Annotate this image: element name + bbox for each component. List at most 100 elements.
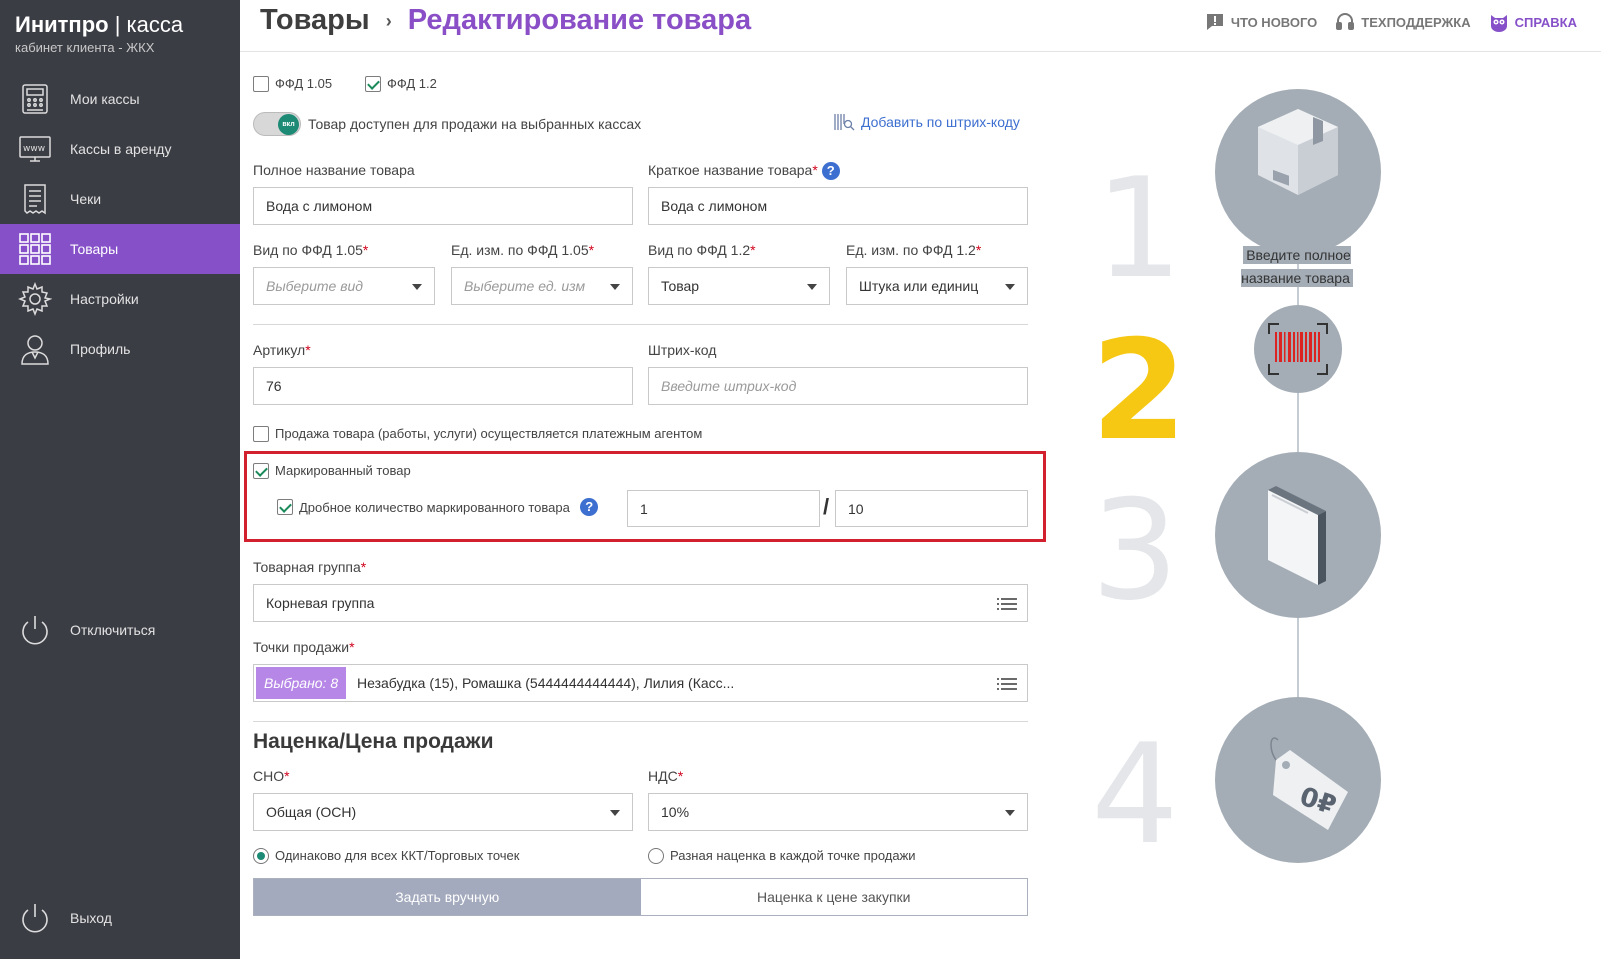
- breadcrumb: Товары › Редактирование товара: [260, 4, 751, 37]
- short-name-input[interactable]: Вода с лимоном: [648, 187, 1028, 225]
- fractional-checkbox[interactable]: [277, 499, 293, 515]
- sidebar-item-settings[interactable]: Настройки: [0, 274, 240, 324]
- barcode-icon: [1254, 305, 1342, 393]
- brand-product: касса: [126, 12, 184, 37]
- logout-area: Выход: [0, 893, 240, 943]
- selected-count-badge: Выбрано: 8: [256, 667, 347, 699]
- barcode-input[interactable]: Введите штрих-код: [648, 367, 1028, 405]
- barcode-search-icon: [834, 114, 855, 131]
- logout-button[interactable]: Выход: [0, 893, 240, 943]
- points-label: Точки продажи*: [253, 639, 355, 655]
- brand-title: Инитпро | касса: [15, 12, 183, 38]
- help-label: СПРАВКА: [1514, 14, 1577, 30]
- toggle-knob: вкл: [278, 114, 299, 135]
- required-mark: *: [305, 342, 311, 358]
- owl-icon: [1490, 15, 1507, 32]
- kind105-select[interactable]: Выберите вид: [253, 267, 435, 305]
- disconnect-area: Отключиться: [0, 605, 240, 655]
- step-number: 3: [1091, 470, 1179, 631]
- step-number: 4: [1091, 714, 1179, 875]
- vat-select[interactable]: 10%: [648, 793, 1028, 831]
- group-select[interactable]: Корневая группа: [253, 584, 1028, 622]
- article-input[interactable]: 76: [253, 367, 633, 405]
- fraction-denominator-input[interactable]: 10: [835, 490, 1028, 527]
- sno-select[interactable]: Общая (ОСН): [253, 793, 633, 831]
- agent-checkbox[interactable]: [253, 425, 269, 442]
- markup-section-title: Наценка/Цена продажи: [253, 730, 494, 753]
- list-icon[interactable]: [997, 597, 1017, 611]
- ffd105-option[interactable]: ФФД 1.05: [253, 75, 332, 93]
- vat-label: НДС*: [648, 768, 683, 784]
- group-label: Товарная группа*: [253, 559, 366, 575]
- purchase-markup-button[interactable]: Наценка к цене закупки: [640, 879, 1027, 915]
- points-select[interactable]: Выбрано: 8 Незабудка (15), Ромашка (5444…: [253, 664, 1028, 702]
- ffd12-option[interactable]: ФФД 1.2: [365, 75, 437, 93]
- fraction-numerator-input[interactable]: 1: [627, 490, 820, 527]
- fractional-label: Дробное количество маркированного товара: [299, 499, 570, 515]
- box-icon: [1215, 89, 1381, 255]
- logout-label: Выход: [70, 910, 112, 926]
- sidebar-item-label: Кассы в аренду: [70, 141, 172, 157]
- brand-name: Инитпро: [15, 12, 109, 37]
- disconnect-button[interactable]: Отключиться: [0, 605, 240, 655]
- step-hint: Введите полное название товара: [1235, 244, 1359, 290]
- agent-option[interactable]: Продажа товара (работы, услуги) осуществ…: [253, 425, 702, 443]
- marked-option[interactable]: Маркированный товар: [253, 462, 411, 480]
- unit12-select[interactable]: Штука или единиц: [846, 267, 1028, 305]
- steps-illustration: 1 Введите полное название товара 2 3 4 0…: [1085, 82, 1405, 942]
- sidebar-item-products[interactable]: Товары: [0, 224, 240, 274]
- receipt-icon: [18, 182, 52, 216]
- diff-markup-radio[interactable]: [648, 847, 664, 864]
- diff-markup-option[interactable]: Разная наценка в каждой точке продажи: [648, 847, 916, 865]
- required-mark: *: [349, 639, 355, 655]
- cash-register-icon: [18, 82, 52, 116]
- required-mark: *: [677, 768, 684, 784]
- main-content: ФФД 1.05 ФФД 1.2 вкл Товар доступен для …: [240, 52, 1601, 959]
- kind12-select[interactable]: Товар: [648, 267, 830, 305]
- sidebar-item-rent-registers[interactable]: www Кассы в аренду: [0, 124, 240, 174]
- page-title: Редактирование товара: [407, 4, 752, 36]
- add-by-barcode-link[interactable]: Добавить по штрих-коду: [833, 112, 1020, 132]
- header-links: ЧТО НОВОГО ТЕХПОДДЕРЖКА СПРАВКА: [1205, 12, 1577, 32]
- unit105-label-text: Ед. изм. по ФФД 1.05: [451, 242, 589, 258]
- unit105-select[interactable]: Выберите ед. изм: [451, 267, 633, 305]
- same-markup-radio[interactable]: [253, 847, 269, 864]
- manual-price-button[interactable]: Задать вручную: [254, 879, 641, 915]
- required-mark: *: [360, 559, 367, 575]
- vat-label-text: НДС: [648, 768, 678, 784]
- gear-icon: [18, 282, 52, 316]
- unit105-label: Ед. изм. по ФФД 1.05*: [451, 242, 594, 258]
- help-icon[interactable]: ?: [821, 162, 840, 181]
- sidebar-item-label: Профиль: [70, 341, 131, 357]
- required-mark: *: [975, 242, 982, 258]
- breadcrumb-root[interactable]: Товары: [260, 4, 370, 36]
- sidebar-item-profile[interactable]: Профиль: [0, 324, 240, 374]
- markup-mode-switch: Задать вручную Наценка к цене закупки: [253, 878, 1028, 916]
- fraction-slash: /: [823, 494, 830, 519]
- sidebar-nav: Мои кассы www Кассы в аренду Чеки Товары…: [0, 74, 240, 374]
- marked-checkbox[interactable]: [253, 462, 269, 479]
- same-markup-option[interactable]: Одинаково для всех ККТ/Торговых точек: [253, 847, 519, 865]
- ffd12-label: ФФД 1.2: [387, 76, 437, 92]
- list-icon[interactable]: [997, 677, 1017, 691]
- whats-new-link[interactable]: ЧТО НОВОГО: [1205, 12, 1317, 32]
- ffd105-checkbox[interactable]: [253, 75, 269, 92]
- header: Товары › Редактирование товара ЧТО НОВОГ…: [240, 0, 1601, 52]
- availability-toggle[interactable]: вкл: [253, 112, 301, 136]
- sidebar-item-receipts[interactable]: Чеки: [0, 174, 240, 224]
- ffd12-checkbox[interactable]: [365, 75, 381, 92]
- agent-label: Продажа товара (работы, услуги) осуществ…: [275, 426, 703, 442]
- sidebar-item-my-registers[interactable]: Мои кассы: [0, 74, 240, 124]
- brand-subtitle: кабинет клиента - ЖКХ: [15, 40, 155, 55]
- support-link[interactable]: ТЕХПОДДЕРЖКА: [1335, 12, 1471, 32]
- sidebar-item-label: Товары: [70, 241, 119, 257]
- power-icon: [18, 613, 52, 647]
- fractional-option[interactable]: Дробное количество маркированного товара…: [277, 498, 599, 516]
- help-icon[interactable]: ?: [580, 498, 599, 516]
- sidebar: Инитпро | касса кабинет клиента - ЖКХ Мо…: [0, 0, 240, 959]
- add-by-barcode-label: Добавить по штрих-коду: [861, 114, 1020, 130]
- full-name-input[interactable]: Вода с лимоном: [253, 187, 633, 225]
- required-mark: *: [588, 242, 595, 258]
- help-link[interactable]: СПРАВКА: [1489, 12, 1577, 32]
- article-label-text: Артикул: [253, 342, 306, 358]
